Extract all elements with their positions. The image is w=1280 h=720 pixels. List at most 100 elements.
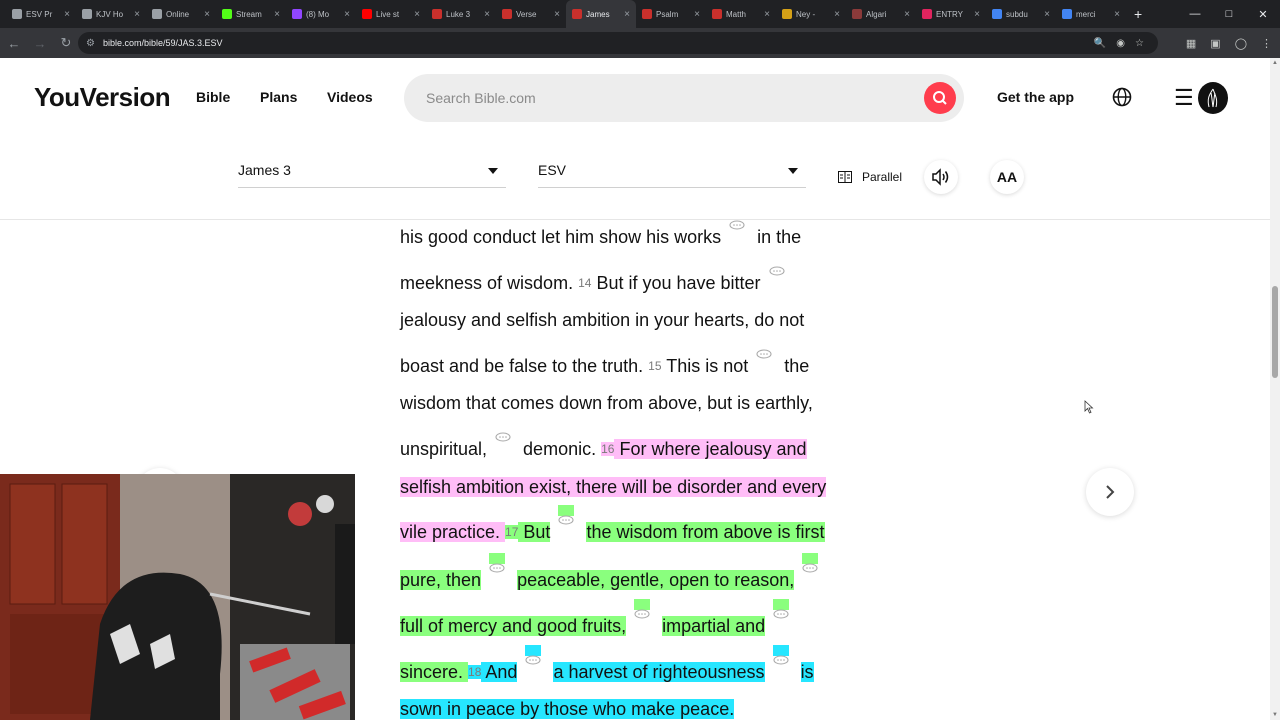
get-the-app-link[interactable]: Get the app — [997, 89, 1074, 105]
verse-text[interactable]: full of mercy and good fruits, — [400, 616, 627, 636]
tab-close-icon[interactable]: × — [64, 9, 70, 20]
tab-close-icon[interactable]: × — [1044, 9, 1050, 20]
tab-close-icon[interactable]: × — [974, 9, 980, 20]
url-bar[interactable]: ⚙ bible.com/bible/59/JAS.3.ESV 🔍 ◉ ☆ — [78, 32, 1158, 54]
tab-close-icon[interactable]: × — [134, 9, 140, 20]
verse-text[interactable]: boast and be false to the truth. — [400, 356, 648, 376]
tab-close-icon[interactable]: × — [344, 9, 350, 20]
tab-close-icon[interactable]: × — [764, 9, 770, 20]
browser-tab[interactable]: Stream × — [216, 0, 286, 28]
minimize-button[interactable]: — — [1178, 0, 1212, 28]
verse-text[interactable]: selfish ambition exist, there will be di… — [400, 477, 827, 497]
note-bubble-icon[interactable] — [802, 553, 819, 573]
note-bubble-icon[interactable] — [756, 339, 772, 359]
bookmark-star-icon[interactable]: ☆ — [1135, 38, 1144, 49]
verse-text[interactable]: peaceable, gentle, open to reason, — [517, 570, 795, 590]
browser-menu-icon[interactable]: ⋮ — [1261, 37, 1272, 50]
parallel-button[interactable]: Parallel — [838, 170, 902, 184]
scroll-up-arrow-icon[interactable]: ▲ — [1272, 60, 1278, 66]
browser-tab[interactable]: Matth × — [706, 0, 776, 28]
verse-text[interactable]: But — [518, 522, 551, 542]
verse-text[interactable]: sown in peace by those who make peace. — [400, 699, 735, 719]
verse-text[interactable]: a harvest of righteousness — [553, 662, 765, 682]
tab-close-icon[interactable]: × — [414, 9, 420, 20]
verse-text[interactable]: impartial and — [662, 616, 766, 636]
browser-tab[interactable]: James × — [566, 0, 636, 28]
verse-text[interactable]: is — [800, 662, 814, 682]
next-chapter-button[interactable] — [1086, 468, 1134, 516]
nav-plans[interactable]: Plans — [260, 89, 297, 105]
browser-tab[interactable]: ESV Pr × — [6, 0, 76, 28]
verse-text[interactable]: in the — [757, 227, 801, 247]
book-chapter-selector[interactable]: James 3 — [238, 162, 506, 188]
note-bubble-icon[interactable] — [495, 422, 511, 442]
back-button[interactable]: ← — [2, 31, 26, 55]
search-input[interactable] — [426, 74, 906, 122]
verse-text[interactable]: For where jealousy and — [614, 439, 807, 459]
browser-tab[interactable]: merci × — [1056, 0, 1126, 28]
new-tab-button[interactable]: + — [1134, 6, 1142, 22]
verse-text[interactable]: But if you have bitter — [591, 273, 760, 293]
zoom-icon[interactable]: 🔍 — [1094, 38, 1106, 49]
forward-button[interactable]: → — [28, 31, 52, 55]
profile-icon[interactable]: ◯ — [1235, 37, 1247, 50]
browser-tab[interactable]: Algari × — [846, 0, 916, 28]
close-window-button[interactable]: ✕ — [1246, 0, 1280, 28]
tab-close-icon[interactable]: × — [834, 9, 840, 20]
note-bubble-icon[interactable] — [773, 599, 790, 619]
browser-tab[interactable]: Psalm × — [636, 0, 706, 28]
tab-close-icon[interactable]: × — [484, 9, 490, 20]
tab-close-icon[interactable]: × — [554, 9, 560, 20]
browser-tab[interactable]: Ney - × — [776, 0, 846, 28]
browser-tab[interactable]: Luke 3 × — [426, 0, 496, 28]
youversion-logo[interactable]: YouVersion — [34, 82, 171, 113]
verse-text[interactable]: jealousy and selfish ambition in your he… — [400, 310, 804, 330]
search-button[interactable] — [924, 82, 956, 114]
audio-button[interactable] — [924, 160, 958, 194]
scroll-down-arrow-icon[interactable]: ▼ — [1272, 712, 1278, 718]
note-bubble-icon[interactable] — [558, 505, 575, 525]
verse-text[interactable]: unspiritual, — [400, 439, 487, 459]
tab-close-icon[interactable]: × — [204, 9, 210, 20]
verse-text[interactable]: wisdom that comes down from above, but i… — [400, 393, 813, 413]
verse-text[interactable]: demonic. — [523, 439, 601, 459]
note-bubble-icon[interactable] — [525, 645, 542, 665]
site-info-icon[interactable]: ⚙ — [86, 38, 95, 49]
tab-close-icon[interactable]: × — [694, 9, 700, 20]
globe-icon[interactable] — [1112, 87, 1132, 107]
maximize-button[interactable]: □ — [1212, 0, 1246, 28]
page-scrollbar[interactable]: ▲ ▼ — [1270, 58, 1280, 720]
tab-close-icon[interactable]: × — [904, 9, 910, 20]
note-bubble-icon[interactable] — [768, 256, 785, 276]
sidepanel-icon[interactable]: ▣ — [1210, 37, 1220, 50]
extensions-icon[interactable]: ▦ — [1186, 37, 1196, 50]
note-bubble-icon[interactable] — [772, 645, 789, 665]
tab-close-icon[interactable]: × — [624, 9, 630, 20]
browser-tab[interactable]: Verse × — [496, 0, 566, 28]
nav-videos[interactable]: Videos — [327, 89, 373, 105]
verse-text[interactable]: vile practice. — [400, 522, 506, 542]
verse-text[interactable]: meekness of wisdom. — [400, 273, 578, 293]
note-bubble-icon[interactable] — [634, 599, 651, 619]
browser-tab[interactable]: KJV Ho × — [76, 0, 146, 28]
verse-text[interactable]: pure, then — [400, 570, 482, 590]
eye-off-icon[interactable]: ◉ — [1116, 38, 1125, 49]
tab-close-icon[interactable]: × — [274, 9, 280, 20]
browser-tab[interactable]: subdu × — [986, 0, 1056, 28]
browser-tab[interactable]: Online × — [146, 0, 216, 28]
verse-text[interactable]: the wisdom from above is first — [586, 522, 825, 542]
verse-text[interactable]: his good conduct let him show his works — [400, 227, 721, 247]
reload-button[interactable]: ↻ — [54, 31, 78, 55]
nav-bible[interactable]: Bible — [196, 89, 230, 105]
browser-tab[interactable]: (8) Mo × — [286, 0, 356, 28]
verse-text[interactable]: the — [784, 356, 809, 376]
verse-text[interactable]: This is not — [662, 356, 748, 376]
verse-text[interactable]: sincere. — [400, 662, 469, 682]
tab-close-icon[interactable]: × — [1114, 9, 1120, 20]
browser-tab[interactable]: Live st × — [356, 0, 426, 28]
verse-text[interactable]: And — [481, 662, 518, 682]
version-selector[interactable]: ESV — [538, 162, 806, 188]
scrollbar-thumb[interactable] — [1272, 286, 1278, 378]
note-bubble-icon[interactable] — [729, 210, 745, 230]
browser-tab[interactable]: ENTRY × — [916, 0, 986, 28]
